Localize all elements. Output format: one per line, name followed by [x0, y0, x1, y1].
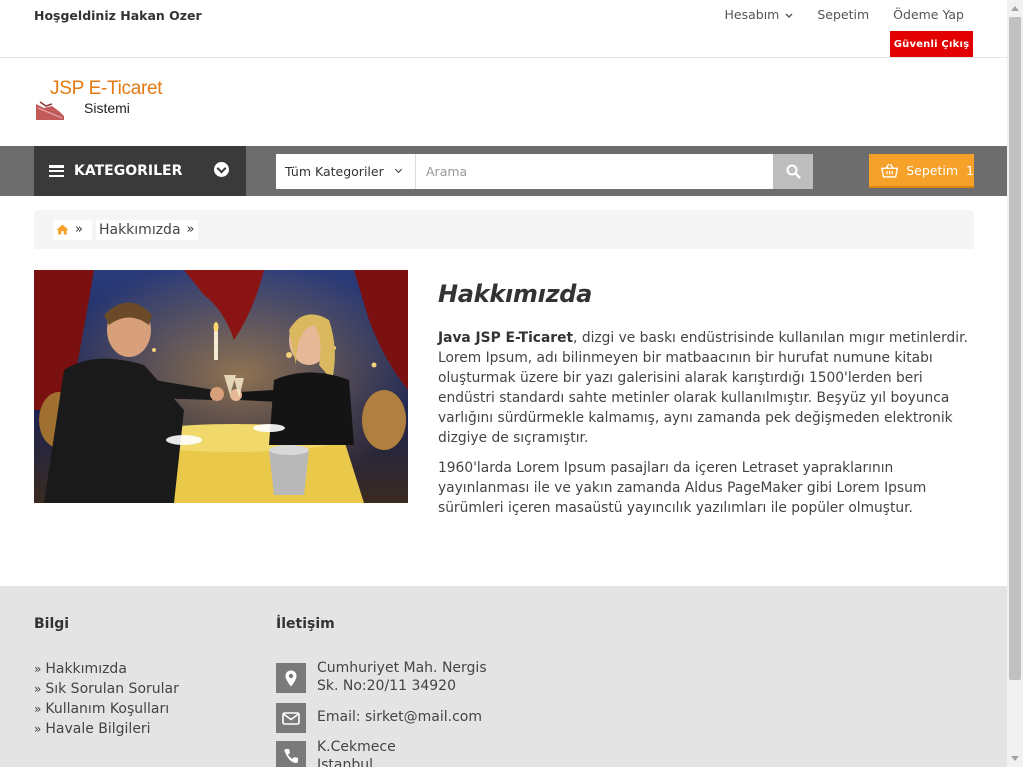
- search-button[interactable]: [773, 154, 813, 189]
- chevron-down-icon: [785, 13, 793, 18]
- footer-info-heading: Bilgi: [34, 616, 70, 632]
- double-chevron-right-icon: »: [34, 662, 42, 676]
- cart-count-badge: 1: [966, 162, 974, 178]
- phone-icon: [276, 741, 306, 767]
- welcome-text: Hoşgeldiniz Hakan Ozer: [34, 8, 202, 23]
- footer-link[interactable]: » Kullanım Koşulları: [34, 699, 179, 719]
- footer-link[interactable]: » Hakkımızda: [34, 659, 179, 679]
- scrollbar[interactable]: [1007, 0, 1023, 767]
- about-paragraph-2: 1960'larda Lorem Ipsum pasajları da içer…: [438, 460, 927, 516]
- home-icon: [56, 224, 69, 235]
- double-chevron-right-icon: »: [34, 702, 42, 716]
- contact-email: Email: sirket@mail.com: [276, 703, 482, 733]
- footer-link[interactable]: » Sık Sorulan Sorular: [34, 679, 179, 699]
- double-chevron-right-icon: »: [34, 722, 42, 736]
- chevron-down-icon: [394, 165, 403, 174]
- footer-link-label: Havale Bilgileri: [45, 721, 151, 737]
- map-marker-icon: [276, 663, 306, 693]
- about-hero-image: [34, 270, 408, 503]
- footer-link-label: Hakkımızda: [45, 661, 127, 677]
- contact-address: Cumhuriyet Mah. Nergis Sk. No:20/11 3492…: [276, 660, 487, 695]
- logo-subtitle: Sistemi: [84, 100, 130, 116]
- page-title: Hakkımızda: [438, 280, 593, 308]
- address-line-1: Cumhuriyet Mah. Nergis: [317, 660, 487, 676]
- top-bar: Hoşgeldiniz Hakan Ozer Hesabım Sepetim Ö…: [0, 0, 1007, 58]
- footer-link-label: Kullanım Koşulları: [45, 701, 170, 717]
- envelope-icon: [276, 703, 306, 733]
- footer-info-links: » Hakkımızda » Sık Sorulan Sorular » Kullan…: [34, 659, 179, 739]
- double-chevron-right-icon: »: [34, 682, 42, 696]
- breadcrumb-home[interactable]: »: [53, 219, 92, 240]
- scroll-up-arrow-icon[interactable]: [1007, 0, 1023, 16]
- cart-link[interactable]: Sepetim: [817, 7, 869, 22]
- breadcrumb-separator: »: [186, 222, 195, 237]
- footer-contact-heading: İletişim: [276, 616, 335, 632]
- cart-label: Sepetim: [906, 162, 959, 178]
- chevron-circle-down-icon: [214, 162, 229, 177]
- phone-line-1: K.Cekmece: [317, 739, 396, 755]
- account-menu[interactable]: Hesabım: [725, 7, 794, 22]
- logo-title: JSP E-Ticaret: [50, 78, 163, 99]
- scrollbar-thumb[interactable]: [1009, 17, 1021, 680]
- categories-label: KATEGORILER: [74, 163, 183, 179]
- search-input[interactable]: [416, 154, 773, 189]
- breadcrumb-current-label: Hakkımızda: [98, 221, 181, 238]
- hamburger-icon: [49, 165, 64, 177]
- scroll-down-arrow-icon[interactable]: [1007, 751, 1023, 767]
- account-label: Hesabım: [724, 7, 780, 22]
- address-line-2: Sk. No:20/11 34920: [317, 678, 456, 694]
- contact-email-text[interactable]: Email: sirket@mail.com: [317, 708, 482, 733]
- site-logo[interactable]: JSP E-Ticaret Sistemi: [34, 78, 174, 122]
- contact-phone: K.Cekmece Istanbul: [276, 739, 396, 767]
- search-icon: [786, 164, 801, 179]
- search-category-select[interactable]: Tüm Kategoriler: [276, 154, 416, 189]
- checkout-link[interactable]: Ödeme Yap: [893, 7, 964, 22]
- about-paragraph-1-text: , dizgi ve baskı endüstrisinde kullanıla…: [438, 330, 968, 446]
- search-bar: Tüm Kategoriler: [276, 154, 813, 189]
- about-paragraph-1: Java JSP E-Ticaret, dizgi ve baskı endüs…: [438, 328, 978, 448]
- footer-link-label: Sık Sorulan Sorular: [45, 681, 179, 697]
- breadcrumb-current[interactable]: Hakkımızda »: [95, 219, 198, 240]
- about-text: Java JSP E-Ticaret, dizgi ve baskı endüs…: [438, 328, 978, 528]
- search-category-value: Tüm Kategoriler: [285, 164, 384, 179]
- about-brand: Java JSP E-Ticaret: [438, 330, 574, 346]
- breadcrumb-separator: »: [75, 222, 83, 237]
- logout-label: Güvenli Çıkış: [893, 38, 970, 50]
- breadcrumb: » Hakkımızda »: [34, 210, 974, 249]
- footer: Bilgi İletişim » Hakkımızda » Sık Sorulan …: [0, 586, 1007, 767]
- footer-link[interactable]: » Havale Bilgileri: [34, 719, 179, 739]
- cart-button[interactable]: Sepetim 1: [869, 154, 974, 188]
- categories-button[interactable]: KATEGORILER: [34, 146, 246, 196]
- phone-line-2: Istanbul: [317, 757, 374, 767]
- top-links: Hesabım Sepetim Ödeme Yap: [725, 7, 964, 22]
- logout-button[interactable]: Güvenli Çıkış: [890, 31, 973, 57]
- basket-icon: [881, 163, 899, 178]
